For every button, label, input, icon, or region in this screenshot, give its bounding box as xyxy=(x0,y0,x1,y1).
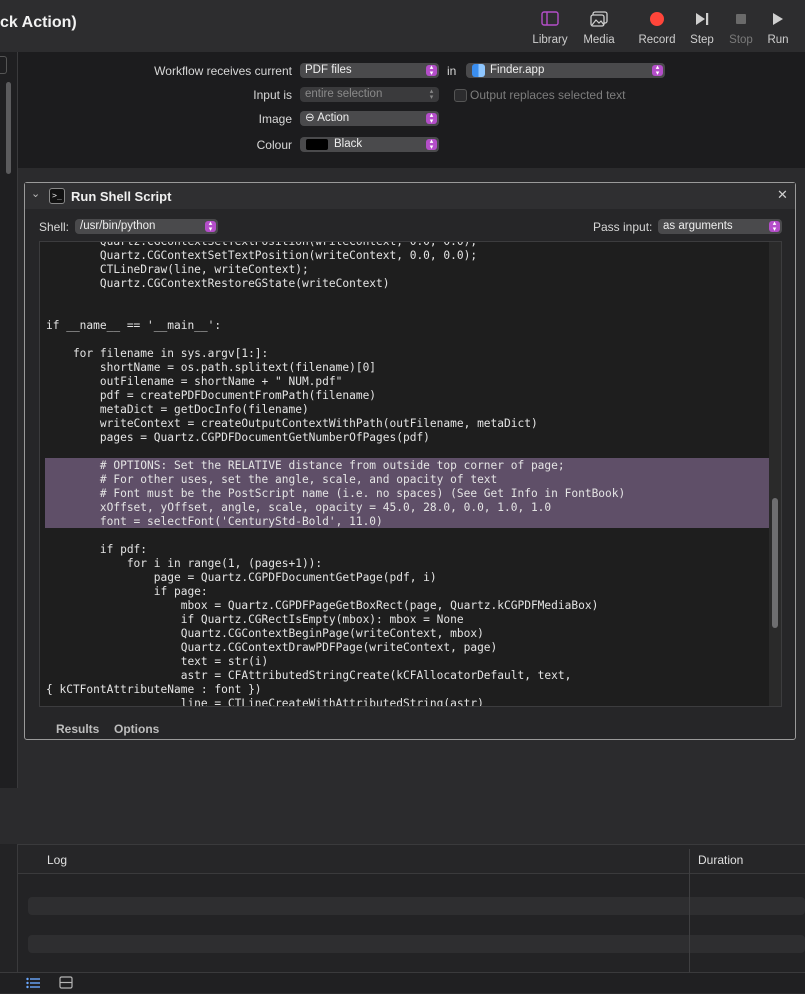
run-label: Run xyxy=(767,34,789,46)
library-pane-bottom xyxy=(0,844,18,972)
output-replaces-checkbox[interactable] xyxy=(454,89,467,102)
script-code[interactable]: Quartz.CGContextSetTextPosition(writeCon… xyxy=(46,242,625,706)
log-header: Log Duration xyxy=(18,845,805,874)
media-icon xyxy=(571,8,627,30)
pass-input-label: Pass input: xyxy=(593,220,653,234)
library-scrollbar[interactable] xyxy=(6,82,11,174)
input-is-value: entire selection xyxy=(305,88,383,100)
workflow-receives-popup[interactable]: PDF files ▴ ▾ xyxy=(300,63,439,78)
script-scrollbar-thumb[interactable] xyxy=(772,498,778,628)
log-column-header[interactable]: Log xyxy=(47,853,67,867)
chevron-updown-icon: ▴ ▾ xyxy=(205,220,216,233)
list-view-icon[interactable] xyxy=(26,976,40,994)
output-replaces-label: Output replaces selected text xyxy=(470,88,626,102)
duration-column-header[interactable]: Duration xyxy=(698,853,743,867)
application-value: Finder.app xyxy=(490,64,545,76)
tab-options[interactable]: Options xyxy=(114,722,159,736)
terminal-icon: >_ xyxy=(49,188,65,204)
window-title: ck Action) xyxy=(0,14,77,31)
image-popup[interactable]: ⊖ Action ▴ ▾ xyxy=(300,111,439,126)
library-icon xyxy=(522,8,578,30)
log-pane: Log Duration xyxy=(18,844,805,973)
input-is-popup[interactable]: entire selection ▴ ▾ xyxy=(300,87,439,102)
input-is-label: Input is xyxy=(253,88,292,102)
chevron-updown-icon: ▴ ▾ xyxy=(426,112,437,125)
chevron-updown-icon: ▴ ▾ xyxy=(426,64,437,77)
colour-swatch xyxy=(306,139,328,150)
workflow-receives-value: PDF files xyxy=(305,64,352,76)
bottom-bar xyxy=(0,972,805,993)
action-title: Run Shell Script xyxy=(71,189,172,204)
chevron-updown-icon: ▴ ▾ xyxy=(429,88,434,101)
column-divider xyxy=(689,849,690,973)
split-view-icon[interactable] xyxy=(59,976,73,994)
shell-value: /usr/bin/python xyxy=(80,220,156,232)
run-button[interactable]: Run xyxy=(750,8,805,50)
chevron-updown-icon: ▴ ▾ xyxy=(769,220,780,233)
media-label: Media xyxy=(583,34,615,46)
library-button[interactable]: Library xyxy=(522,8,578,50)
script-scrollbar-track[interactable] xyxy=(769,242,781,706)
chevron-updown-icon: ▴ ▾ xyxy=(426,138,437,151)
disclosure-chevron-icon[interactable]: ⌄ xyxy=(31,187,40,200)
finder-icon xyxy=(472,64,485,77)
pass-input-popup[interactable]: as arguments ▴ ▾ xyxy=(658,219,782,234)
workflow-receives-label: Workflow receives current xyxy=(154,64,292,78)
in-label: in xyxy=(447,64,457,78)
image-label: Image xyxy=(258,112,292,126)
title-bar: ck Action) Library Media Record Step Sto… xyxy=(0,0,805,53)
play-icon xyxy=(750,8,805,30)
tab-results[interactable]: Results xyxy=(56,722,99,736)
colour-label: Colour xyxy=(256,138,292,152)
action-header: ⌄ >_ Run Shell Script ✕ xyxy=(25,183,795,209)
close-icon[interactable]: ✕ xyxy=(777,187,788,203)
media-button[interactable]: Media xyxy=(571,8,627,50)
application-popup[interactable]: Finder.app ▴ ▾ xyxy=(466,63,665,78)
pass-input-value: as arguments xyxy=(663,220,733,232)
shell-label: Shell: xyxy=(39,220,70,234)
library-pane-tab[interactable] xyxy=(0,56,7,74)
colour-value: Black xyxy=(334,138,363,150)
chevron-updown-icon: ▴ ▾ xyxy=(652,64,663,77)
library-label: Library xyxy=(532,34,568,46)
library-pane-edge xyxy=(0,52,18,788)
colour-popup[interactable]: Black ▴ ▾ xyxy=(300,137,439,152)
shell-popup[interactable]: /usr/bin/python ▴ ▾ xyxy=(75,219,218,234)
script-editor[interactable]: Quartz.CGContextSetTextPosition(writeCon… xyxy=(39,241,782,707)
image-value: ⊖ Action xyxy=(305,112,350,124)
